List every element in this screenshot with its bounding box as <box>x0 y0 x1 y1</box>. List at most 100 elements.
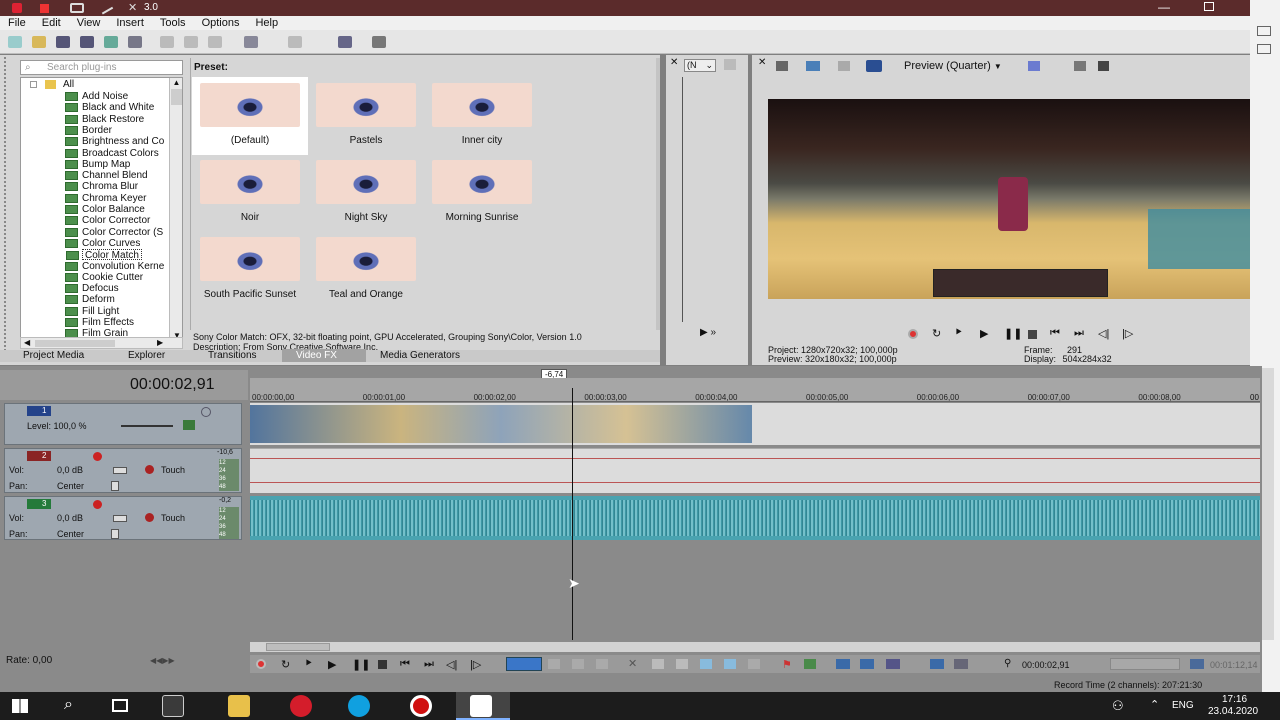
automation-icon[interactable] <box>145 465 154 474</box>
tab-video-fx[interactable]: Video FX <box>296 350 337 361</box>
preview-stop-icon[interactable] <box>1028 330 1037 339</box>
vegas-app-icon[interactable] <box>162 695 184 717</box>
save-icon[interactable] <box>56 36 70 48</box>
preset-item[interactable]: (Default) <box>192 79 308 153</box>
tree-root-label[interactable]: All <box>63 79 74 90</box>
plugin-item[interactable]: Color Corrector <box>65 215 150 226</box>
selection-length-field[interactable] <box>1110 658 1180 670</box>
search-box[interactable]: ⌕ Search plug-ins <box>20 60 183 75</box>
side-panel-icon[interactable] <box>1257 26 1271 36</box>
new-icon[interactable] <box>8 36 22 48</box>
next-frame-button[interactable]: |▷ <box>470 658 481 671</box>
auto-crossfade-icon[interactable] <box>930 659 944 669</box>
plugin-item[interactable]: Convolution Kerne <box>65 261 164 272</box>
preview-properties-icon[interactable] <box>776 61 788 71</box>
properties-icon[interactable] <box>128 36 142 48</box>
lock-icon[interactable] <box>748 659 760 669</box>
menu-file[interactable]: File <box>0 17 34 29</box>
side-panel-icon-2[interactable] <box>1257 44 1271 54</box>
go-end-button[interactable]: ⏭ <box>424 658 434 671</box>
save-snapshot-icon[interactable] <box>1098 61 1109 71</box>
rate-slider[interactable]: ◀◀▶▶ <box>150 656 175 665</box>
minimize-icon[interactable]: — <box>1158 0 1170 14</box>
search-icon[interactable]: ⌕ <box>64 696 73 714</box>
plugin-item[interactable]: Film Effects <box>65 317 134 328</box>
preset-item[interactable]: Morning Sunrise <box>424 156 540 230</box>
plugin-item[interactable]: Color Balance <box>65 204 145 215</box>
menu-tools[interactable]: Tools <box>152 17 194 29</box>
grouping-icon[interactable] <box>954 659 968 669</box>
file-explorer-icon[interactable] <box>228 695 250 717</box>
film-icon[interactable] <box>470 695 492 717</box>
plugin-item[interactable]: Chroma Keyer <box>65 193 146 204</box>
menu-help[interactable]: Help <box>247 17 286 29</box>
split-icon[interactable] <box>700 659 712 669</box>
people-icon[interactable]: ⚇ <box>1112 698 1124 714</box>
menu-insert[interactable]: Insert <box>108 17 152 29</box>
preview-close-icon[interactable]: ✕ <box>758 57 766 68</box>
hscroll-thumb[interactable] <box>35 340 115 347</box>
preview-play-icon[interactable]: ▶ <box>980 327 988 340</box>
scroll-up-icon[interactable]: ▲ <box>170 78 182 87</box>
external-monitor-icon[interactable] <box>806 61 820 71</box>
loop-button[interactable]: ↻ <box>281 658 290 671</box>
plugin-item[interactable]: Border <box>65 125 112 136</box>
trimmer-dropdown[interactable]: (N ⌄ <box>684 59 716 72</box>
plugin-tree[interactable]: All ▲ ▼ Add Noise Black and White Black Re… <box>20 77 183 339</box>
snap-icon[interactable] <box>676 659 688 669</box>
record-button[interactable] <box>256 659 266 669</box>
tab-media-generators[interactable]: Media Generators <box>380 350 460 361</box>
preview-mode-icon[interactable] <box>866 60 882 72</box>
hscroll-thumb[interactable] <box>266 643 330 651</box>
plugin-item[interactable]: Brightness and Co <box>65 136 164 147</box>
arm-record-icon[interactable] <box>93 500 102 509</box>
plugin-item[interactable]: Cookie Cutter <box>65 272 143 283</box>
tree-scrollbar[interactable]: ▲ ▼ <box>169 78 182 338</box>
plugin-item[interactable]: Defocus <box>65 283 119 294</box>
plugin-item[interactable]: Broadcast Colors <box>65 148 159 159</box>
preview-pause-icon[interactable]: ❚❚ <box>1004 327 1022 340</box>
zoom-tool-icon[interactable] <box>596 659 608 669</box>
plugin-item[interactable]: Bump Map <box>65 159 130 170</box>
open-icon[interactable] <box>32 36 46 48</box>
camera-icon[interactable] <box>70 3 84 13</box>
menu-edit[interactable]: Edit <box>34 17 69 29</box>
tree-hscrollbar[interactable]: ◀ ▶ <box>20 337 183 349</box>
preview-prev-frame-icon[interactable]: ◁| <box>1098 327 1109 340</box>
opera-icon[interactable] <box>290 695 312 717</box>
preview-end-icon[interactable]: ⏭ <box>1074 327 1084 340</box>
track-fx-icon[interactable] <box>183 420 195 430</box>
audio-track-lane-2[interactable] <box>250 448 1260 493</box>
task-view-icon[interactable] <box>112 699 128 712</box>
marker-icon[interactable]: ⚑ <box>782 658 792 671</box>
video-preview[interactable] <box>768 99 1250 299</box>
plugin-item[interactable]: Color Curves <box>65 238 140 249</box>
plugin-item[interactable]: Deform <box>65 294 115 305</box>
delete-icon[interactable]: ✕ <box>628 657 637 670</box>
restore-icon[interactable] <box>1204 2 1214 11</box>
bandicam-icon[interactable] <box>410 695 432 717</box>
start-icon[interactable] <box>12 699 28 713</box>
tab-project-media[interactable]: Project Media <box>23 350 84 361</box>
timecode-display[interactable]: 00:00:02,91 <box>130 376 215 394</box>
clock-date[interactable]: 23.04.2020 <box>1208 706 1258 717</box>
tree-expand-icon[interactable] <box>30 81 37 88</box>
stop-icon[interactable] <box>40 4 49 13</box>
scroll-right-icon[interactable]: ▶ <box>157 338 163 347</box>
region-icon[interactable] <box>724 659 736 669</box>
clock-time[interactable]: 17:16 <box>1222 694 1247 705</box>
plugin-item[interactable]: Add Noise <box>65 91 128 102</box>
plugin-item[interactable]: Chroma Blur <box>65 181 138 192</box>
plugin-item[interactable]: Black Restore <box>65 114 144 125</box>
preset-scrollbar[interactable] <box>656 58 660 330</box>
tab-transitions[interactable]: Transitions <box>208 350 257 361</box>
video-clip[interactable] <box>250 405 752 443</box>
playhead[interactable] <box>572 388 573 640</box>
pause-button[interactable]: ❚❚ <box>352 658 370 671</box>
trim-icon[interactable] <box>652 659 664 669</box>
pen-icon[interactable] <box>98 1 114 15</box>
preset-item[interactable]: Night Sky <box>308 156 424 230</box>
preset-item[interactable]: Noir <box>192 156 308 230</box>
pan-slider[interactable] <box>111 529 119 539</box>
save-as-icon[interactable] <box>80 36 94 48</box>
